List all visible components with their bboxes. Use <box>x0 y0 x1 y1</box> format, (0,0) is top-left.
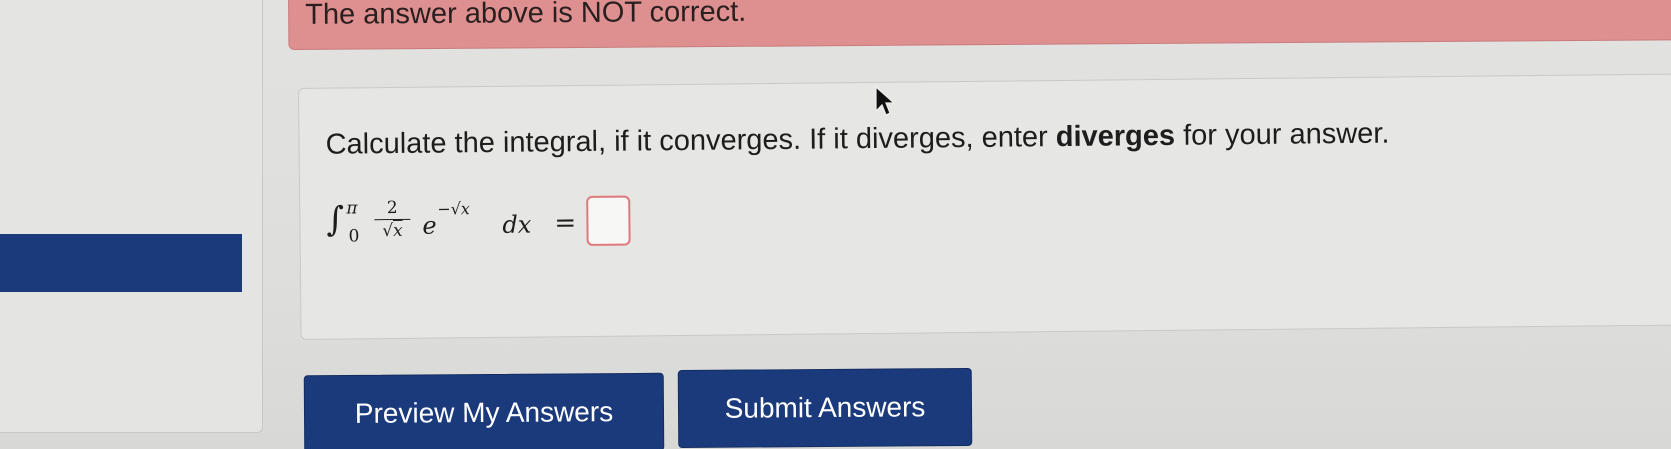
page: The answer above is NOT correct. Calcula… <box>0 0 1671 449</box>
mouse-pointer-icon <box>875 85 896 116</box>
preview-answers-button[interactable]: Preview My Answers <box>303 372 665 449</box>
lower-limit: 0 <box>348 226 360 247</box>
fraction-numerator: 2 <box>386 197 398 219</box>
integral-sign: ∫ <box>326 199 345 240</box>
problem-prompt: Calculate the integral, if it converges.… <box>325 118 1389 162</box>
fraction-denominator: √x <box>372 221 412 241</box>
answer-input[interactable] <box>586 195 631 246</box>
upper-limit: π <box>346 198 358 219</box>
prompt-text-end: for your answer. <box>1174 117 1390 152</box>
equals-sign: = <box>554 208 577 239</box>
fraction: 2 √x <box>372 198 412 241</box>
prompt-keyword: diverges <box>1055 119 1176 154</box>
exponential-base: e <box>422 211 437 240</box>
problem-box: Calculate the integral, if it converges.… <box>298 73 1671 340</box>
root-variable: x <box>393 220 403 242</box>
differential: dx <box>502 210 532 239</box>
alert-message: The answer above is NOT correct. <box>305 0 747 31</box>
left-sidebar-panel <box>0 0 263 433</box>
integral-expression: ∫ π 0 2 √x e −√x dx = <box>326 195 631 259</box>
submit-answers-button[interactable]: Submit Answers <box>677 367 973 449</box>
exponent: −√x <box>437 199 470 219</box>
root-symbol: √ <box>382 221 394 242</box>
prompt-text-start: Calculate the integral, if it converges.… <box>325 121 1056 161</box>
sidebar-nav-bar[interactable] <box>0 234 242 292</box>
incorrect-answer-alert: The answer above is NOT correct. <box>288 0 1671 50</box>
